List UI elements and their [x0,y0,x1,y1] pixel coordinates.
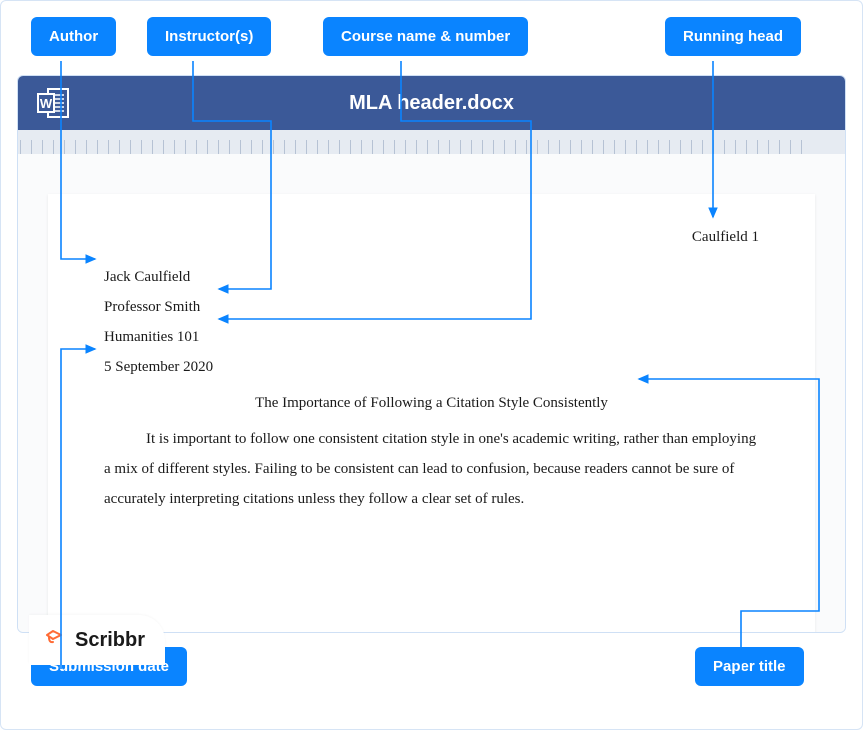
instructor-line: Professor Smith [104,292,759,322]
label-paper-title: Paper title [695,647,804,686]
titlebar: W MLA header.docx [18,76,845,130]
page-area: Caulfield 1 Jack Caulfield Professor Smi… [18,154,845,633]
paper-title-text: The Importance of Following a Citation S… [104,388,759,418]
label-course: Course name & number [323,17,528,56]
course-line: Humanities 101 [104,322,759,352]
top-label-row: Author Instructor(s) Course name & numbe… [17,17,846,61]
label-instructor: Instructor(s) [147,17,271,56]
ruler: document.write(Array.from({length:72}).m… [18,130,845,154]
running-head-text: Caulfield 1 [104,222,759,252]
diagram-frame: Author Instructor(s) Course name & numbe… [0,0,863,730]
scribbr-name: Scribbr [75,629,145,652]
document-filename: MLA header.docx [349,92,514,115]
date-line: 5 September 2020 [104,352,759,382]
document-window: W MLA header.docx document.write(Array.f… [17,75,846,633]
word-icon: W [36,85,72,121]
scribbr-badge: Scribbr [29,615,165,665]
scribbr-icon [43,625,67,655]
label-running-head: Running head [665,17,801,56]
label-author: Author [31,17,116,56]
body-paragraph: It is important to follow one consistent… [104,424,759,514]
page: Caulfield 1 Jack Caulfield Professor Smi… [48,194,815,633]
svg-text:W: W [40,96,53,111]
author-line: Jack Caulfield [104,262,759,292]
